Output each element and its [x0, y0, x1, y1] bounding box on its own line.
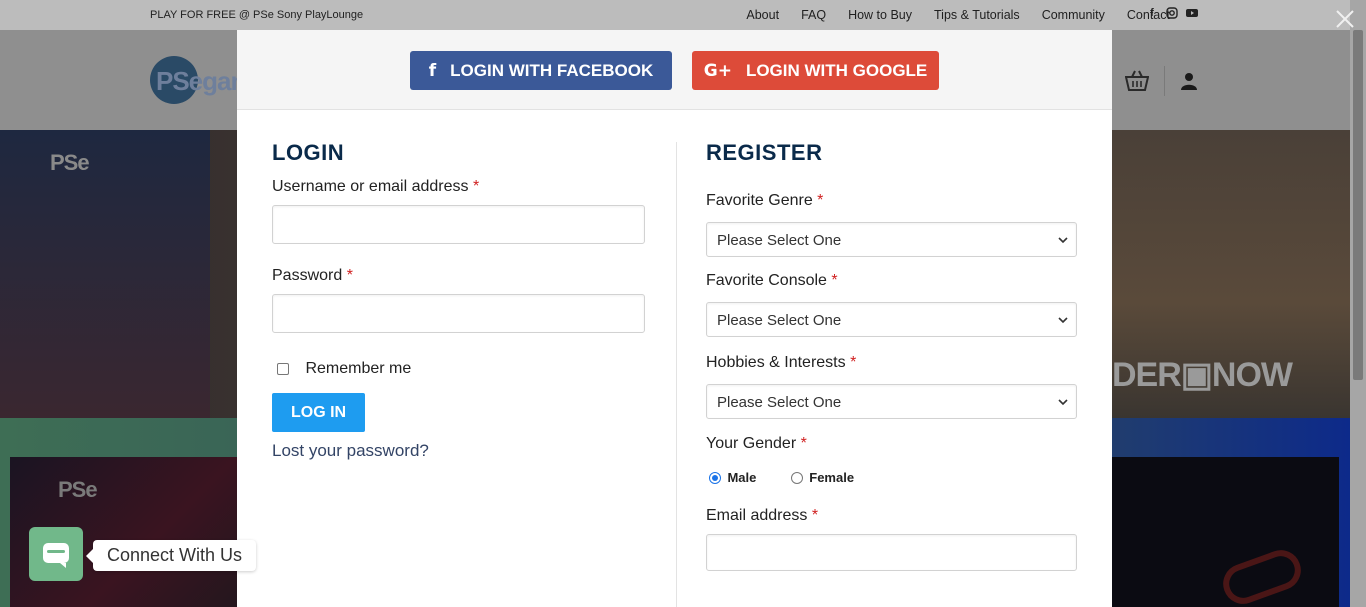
email-input[interactable]	[706, 534, 1077, 571]
required-mark: *	[346, 267, 353, 284]
email-label: Email address *	[706, 507, 1078, 525]
login-section: LOGIN Username or email address * Passwo…	[272, 140, 645, 461]
genre-label: Favorite Genre *	[706, 192, 1078, 210]
chevron-down-icon	[1058, 237, 1068, 244]
hobbies-label: Hobbies & Interests *	[706, 354, 1078, 372]
login-button[interactable]: LOG IN	[272, 393, 366, 432]
required-mark: *	[817, 192, 824, 209]
hero-left-panel	[0, 130, 210, 418]
genre-select[interactable]: Please Select One	[706, 222, 1077, 257]
site-logo[interactable]: PSegam	[150, 56, 254, 104]
username-input[interactable]	[272, 205, 645, 244]
required-mark: *	[472, 178, 480, 195]
nav-how-to-buy[interactable]: How to Buy	[848, 8, 912, 22]
close-icon[interactable]	[1334, 8, 1356, 30]
user-icon[interactable]	[1180, 72, 1198, 90]
email-label-text: Email address	[706, 507, 808, 524]
register-section: REGISTER Favorite Genre * Please Select …	[706, 140, 1078, 571]
console-select[interactable]: Please Select One	[706, 302, 1077, 337]
chevron-down-icon	[1058, 317, 1068, 324]
header-divider	[1164, 66, 1165, 96]
facebook-login-button[interactable]: f LOGIN WITH FACEBOOK	[410, 51, 672, 90]
chat-icon	[43, 543, 69, 568]
login-register-modal: f LOGIN WITH FACEBOOK G+ LOGIN WITH GOOG…	[237, 30, 1112, 607]
top-bar: PLAY FOR FREE @ PSe Sony PlayLounge Abou…	[0, 0, 1366, 30]
console-label-text: Favorite Console	[706, 272, 827, 289]
card-art	[1217, 544, 1307, 607]
required-mark: *	[800, 435, 807, 452]
remember-checkbox[interactable]	[277, 363, 289, 375]
register-title: REGISTER	[706, 140, 823, 165]
connect-label[interactable]: Connect With Us	[85, 540, 257, 571]
nav-tips-tutorials[interactable]: Tips & Tutorials	[934, 8, 1020, 22]
facebook-icon[interactable]: f	[1146, 7, 1158, 20]
gender-options: Male Female	[706, 469, 1078, 487]
social-links: f	[1146, 7, 1198, 20]
gender-male-radio[interactable]	[709, 471, 721, 484]
remember-label: Remember me	[305, 360, 412, 377]
scrollbar-thumb[interactable]	[1353, 30, 1363, 380]
facebook-icon: f	[428, 60, 437, 81]
hero-logo: PSe	[50, 150, 90, 175]
password-label: Password *	[272, 267, 645, 285]
gender-label: Your Gender *	[706, 435, 1078, 453]
nav-faq[interactable]: FAQ	[801, 8, 826, 22]
genre-select-value: Please Select One	[717, 232, 842, 249]
product-card-right[interactable]	[1112, 457, 1339, 607]
hobbies-select-value: Please Select One	[717, 394, 842, 411]
preorder-text: DER▣NOW	[1112, 356, 1293, 394]
card-logo: PSe	[58, 477, 98, 502]
hobbies-label-text: Hobbies & Interests	[706, 354, 846, 371]
google-login-button[interactable]: G+ LOGIN WITH GOOGLE	[692, 51, 939, 90]
remember-row: Remember me	[272, 360, 645, 380]
gender-male-label: Male	[727, 470, 757, 486]
promo-text: PLAY FOR FREE @ PSe Sony PlayLounge	[150, 9, 364, 21]
hobbies-select[interactable]: Please Select One	[706, 384, 1077, 419]
required-mark: *	[811, 507, 819, 524]
password-input[interactable]	[272, 294, 645, 333]
google-login-label: LOGIN WITH GOOGLE	[745, 60, 928, 80]
nav-community[interactable]: Community	[1042, 8, 1105, 22]
google-plus-icon: G+	[703, 60, 732, 81]
connect-button[interactable]	[29, 527, 83, 581]
genre-label-text: Favorite Genre	[706, 192, 813, 209]
column-divider	[676, 142, 677, 607]
facebook-login-label: LOGIN WITH FACEBOOK	[450, 60, 654, 80]
gender-female-radio[interactable]	[790, 471, 803, 484]
instagram-icon[interactable]	[1166, 7, 1178, 20]
social-login-bar: f LOGIN WITH FACEBOOK G+ LOGIN WITH GOOG…	[237, 30, 1112, 110]
chevron-down-icon	[1058, 399, 1068, 406]
console-select-value: Please Select One	[717, 312, 842, 329]
console-label: Favorite Console *	[706, 272, 1078, 290]
username-label: Username or email address *	[272, 178, 645, 196]
gender-label-text: Your Gender	[706, 435, 797, 452]
nav-about[interactable]: About	[746, 8, 779, 22]
required-mark: *	[850, 354, 857, 371]
login-title: LOGIN	[272, 140, 345, 165]
top-nav: About FAQ How to Buy Tips & Tutorials Co…	[724, 8, 1170, 22]
password-label-text: Password	[272, 267, 343, 284]
youtube-icon[interactable]	[1186, 7, 1198, 20]
username-label-text: Username or email address	[272, 178, 469, 195]
required-mark: *	[831, 272, 838, 289]
page-scrollbar[interactable]	[1350, 0, 1366, 607]
cart-icon[interactable]	[1125, 70, 1149, 92]
gender-female-label: Female	[809, 470, 855, 486]
lost-password-link[interactable]: Lost your password?	[272, 441, 429, 460]
